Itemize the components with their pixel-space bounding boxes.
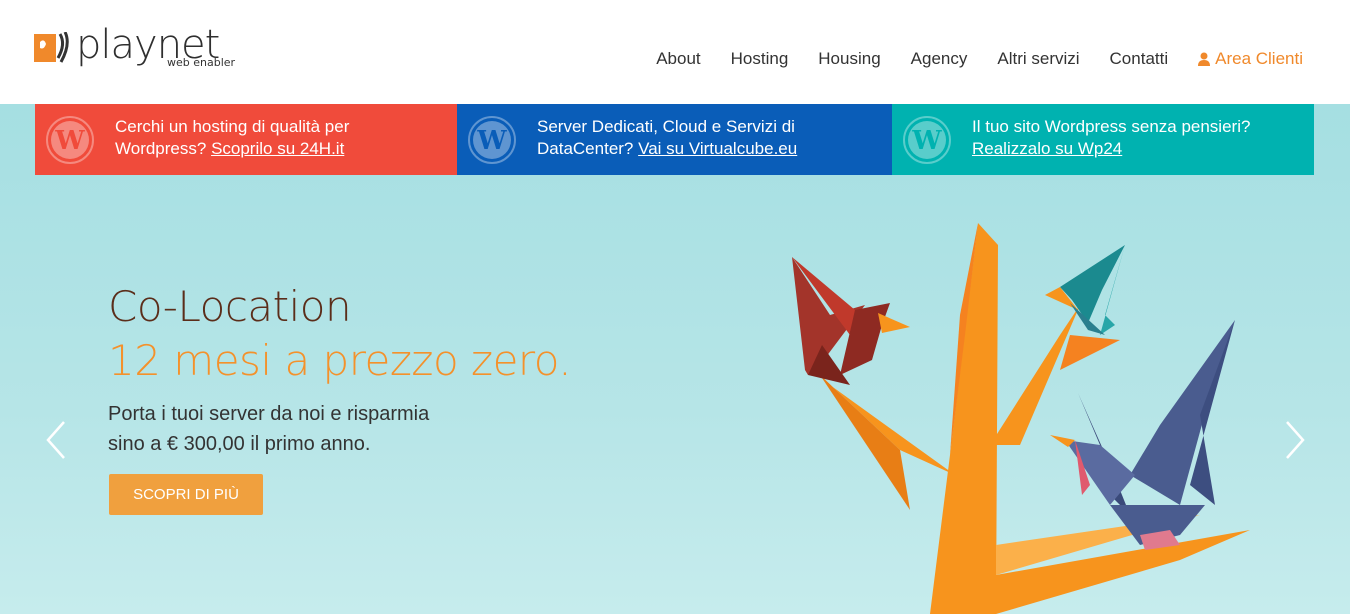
promo-24h-prefix: Wordpress? bbox=[115, 139, 212, 158]
area-clienti-label: Area Clienti bbox=[1215, 49, 1303, 68]
nav-about[interactable]: About bbox=[656, 49, 700, 69]
nav-altri-servizi[interactable]: Altri servizi bbox=[997, 49, 1079, 69]
promo-wp24-link[interactable]: Realizzalo su Wp24 bbox=[972, 139, 1122, 158]
playnet-logo[interactable]: playnet web enabler bbox=[34, 22, 244, 78]
svg-text:W: W bbox=[54, 126, 85, 156]
nav-hosting[interactable]: Hosting bbox=[731, 49, 789, 69]
origami-birds-illustration bbox=[792, 223, 1250, 614]
promo-virtualcube-prefix: DataCenter? bbox=[537, 139, 639, 158]
hero-title: Co-Location bbox=[108, 282, 352, 331]
svg-text:W: W bbox=[476, 126, 507, 156]
logo-tagline: web enabler bbox=[167, 56, 236, 69]
main-nav: About Hosting Housing Agency Altri servi… bbox=[626, 49, 1303, 69]
nav-housing[interactable]: Housing bbox=[818, 49, 880, 69]
nav-agency[interactable]: Agency bbox=[911, 49, 968, 69]
site-header: playnet web enabler About Hosting Housin… bbox=[0, 0, 1350, 104]
promo-bar: W Cerchi un hosting di qualità per Wordp… bbox=[35, 104, 1314, 175]
nav-contatti[interactable]: Contatti bbox=[1110, 49, 1169, 69]
wordpress-icon: W bbox=[903, 116, 951, 164]
promo-virtualcube-link[interactable]: Vai su Virtualcube.eu bbox=[638, 139, 797, 158]
promo-wp24: W Il tuo sito Wordpress senza pensieri? … bbox=[892, 104, 1314, 175]
wordpress-icon: W bbox=[46, 116, 94, 164]
chevron-right-icon[interactable] bbox=[1283, 420, 1307, 460]
logo-mark-icon bbox=[34, 32, 69, 63]
svg-text:W: W bbox=[911, 126, 942, 156]
chevron-left-icon[interactable] bbox=[44, 420, 68, 460]
promo-24h-link[interactable]: Scoprilo su 24H.it bbox=[211, 139, 344, 158]
promo-24h-text: Cerchi un hosting di qualità per Wordpre… bbox=[115, 116, 349, 160]
promo-virtualcube-line1: Server Dedicati, Cloud e Servizi di bbox=[537, 117, 795, 136]
hero-highlight: 12 mesi a prezzo zero. bbox=[108, 336, 572, 385]
nav-area-clienti[interactable]: Area Clienti bbox=[1198, 49, 1303, 69]
promo-24h-line1: Cerchi un hosting di qualità per bbox=[115, 117, 350, 136]
wordpress-icon: W bbox=[468, 116, 516, 164]
promo-virtualcube-text: Server Dedicati, Cloud e Servizi di Data… bbox=[537, 116, 797, 160]
promo-wp24-line1: Il tuo sito Wordpress senza pensieri? bbox=[972, 117, 1251, 136]
hero-subtitle-line2: sino a € 300,00 il primo anno. bbox=[108, 433, 371, 455]
promo-24h: W Cerchi un hosting di qualità per Wordp… bbox=[35, 104, 457, 175]
hero-subtitle: Porta i tuoi server da noi e risparmia s… bbox=[108, 399, 429, 459]
promo-virtualcube: W Server Dedicati, Cloud e Servizi di Da… bbox=[457, 104, 892, 175]
promo-wp24-text: Il tuo sito Wordpress senza pensieri? Re… bbox=[972, 116, 1250, 160]
user-icon bbox=[1198, 52, 1211, 66]
scopri-di-piu-button[interactable]: SCOPRI DI PIÙ bbox=[109, 474, 263, 515]
hero-subtitle-line1: Porta i tuoi server da noi e risparmia bbox=[108, 403, 430, 425]
